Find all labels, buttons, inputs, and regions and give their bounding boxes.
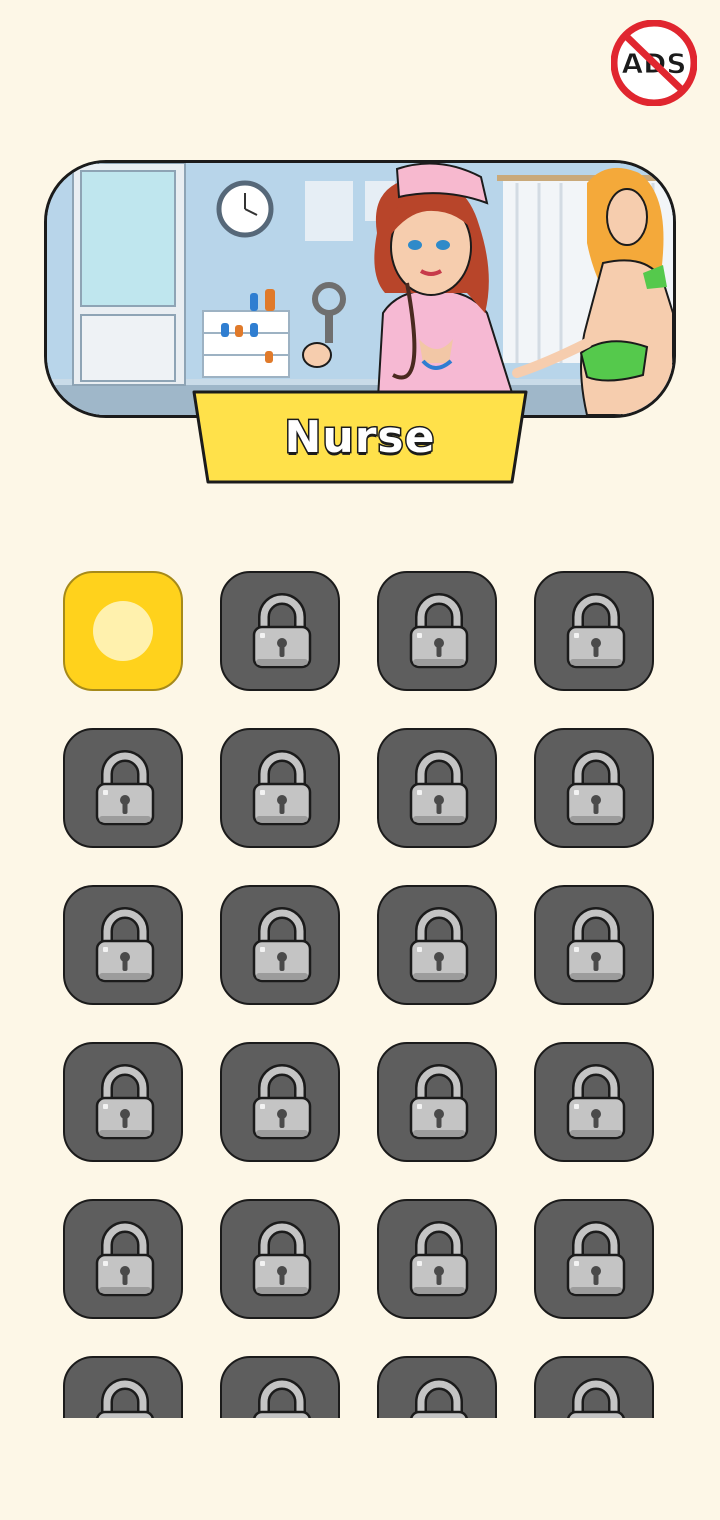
level-tile-locked[interactable] bbox=[534, 1042, 654, 1162]
level-tile-locked[interactable] bbox=[63, 1356, 183, 1418]
lock-icon bbox=[95, 1378, 155, 1418]
level-tile-locked[interactable] bbox=[377, 1042, 497, 1162]
category-title: Nurse bbox=[283, 411, 436, 465]
level-tile-locked[interactable] bbox=[63, 728, 183, 848]
lock-icon bbox=[566, 907, 626, 983]
level-tile-locked[interactable] bbox=[377, 885, 497, 1005]
level-tile-locked[interactable] bbox=[377, 1356, 497, 1418]
lock-icon bbox=[409, 750, 469, 826]
lock-icon bbox=[409, 593, 469, 669]
lock-icon bbox=[409, 1064, 469, 1140]
level-tile-locked[interactable] bbox=[220, 1199, 340, 1319]
level-tile-locked[interactable] bbox=[534, 571, 654, 691]
lock-icon bbox=[566, 750, 626, 826]
level-tile-locked[interactable] bbox=[534, 1356, 654, 1418]
level-tile-locked[interactable] bbox=[220, 728, 340, 848]
level-tile-locked[interactable] bbox=[63, 1042, 183, 1162]
level-grid-scroll[interactable] bbox=[0, 560, 720, 1418]
level-tile-locked[interactable] bbox=[220, 885, 340, 1005]
level-tile-locked[interactable] bbox=[534, 1199, 654, 1319]
remove-ads-button[interactable]: ADS bbox=[610, 19, 698, 107]
level-tile-locked[interactable] bbox=[220, 1356, 340, 1418]
level-select-screen: ADS bbox=[0, 0, 720, 1520]
no-ads-icon: ADS bbox=[610, 19, 698, 107]
character-banner-image bbox=[44, 160, 676, 418]
level-tile-locked[interactable] bbox=[377, 1199, 497, 1319]
lock-icon bbox=[566, 1221, 626, 1297]
lock-icon bbox=[566, 593, 626, 669]
lock-icon bbox=[252, 907, 312, 983]
lock-icon bbox=[252, 1378, 312, 1418]
lock-icon bbox=[252, 1064, 312, 1140]
lock-icon bbox=[95, 907, 155, 983]
level-tile-locked[interactable] bbox=[63, 885, 183, 1005]
level-grid bbox=[63, 571, 654, 1418]
level-tile-locked[interactable] bbox=[534, 885, 654, 1005]
level-tile-locked[interactable] bbox=[534, 728, 654, 848]
lock-icon bbox=[252, 1221, 312, 1297]
level-tile-locked[interactable] bbox=[377, 728, 497, 848]
lock-icon bbox=[409, 1221, 469, 1297]
lock-icon bbox=[252, 750, 312, 826]
lock-icon bbox=[95, 1221, 155, 1297]
level-tile-locked[interactable] bbox=[220, 571, 340, 691]
lock-icon bbox=[252, 593, 312, 669]
lock-icon bbox=[566, 1064, 626, 1140]
lock-icon bbox=[409, 1378, 469, 1418]
lock-icon bbox=[566, 1378, 626, 1418]
level-tile-unlocked[interactable] bbox=[63, 571, 183, 691]
lock-icon bbox=[95, 750, 155, 826]
level-tile-locked[interactable] bbox=[377, 571, 497, 691]
level-tile-locked[interactable] bbox=[63, 1199, 183, 1319]
level-tile-locked[interactable] bbox=[220, 1042, 340, 1162]
lock-icon bbox=[95, 1064, 155, 1140]
lock-icon bbox=[409, 907, 469, 983]
unlocked-dot-icon bbox=[93, 601, 153, 661]
